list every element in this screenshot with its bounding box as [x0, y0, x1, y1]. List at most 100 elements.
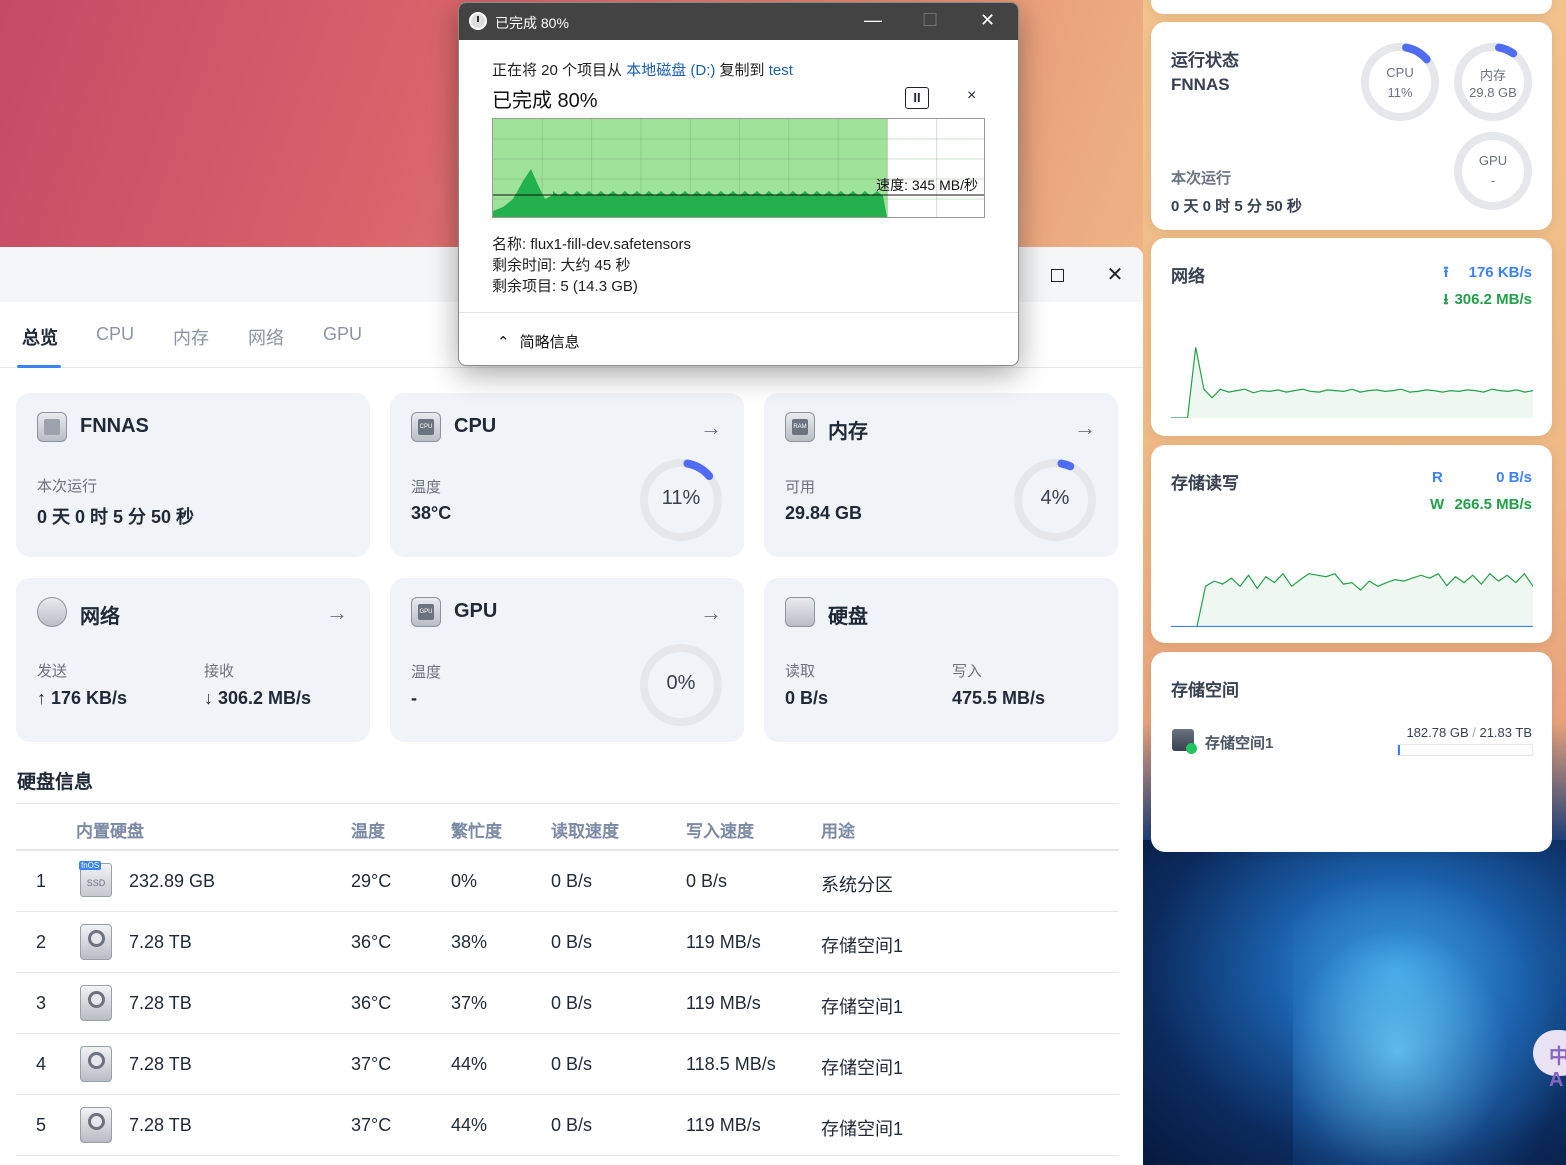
memory-usage-value: 4% — [1040, 487, 1070, 509]
speed-graph-svg — [493, 119, 984, 217]
maximize-icon — [1050, 269, 1064, 283]
close-button[interactable]: ✕ — [1101, 261, 1129, 289]
column-header[interactable]: 用途 — [821, 817, 855, 842]
disk-size: 7.28 TB — [129, 1054, 192, 1074]
maximize-button[interactable] — [1043, 261, 1071, 289]
source-link[interactable]: 本地磁盘 (D:) — [626, 62, 715, 79]
tab-overview[interactable]: 总览 — [22, 324, 58, 350]
globe-icon — [37, 597, 67, 627]
widget-status[interactable]: 运行状态 FNNAS 本次运行 0 天 0 时 5 分 50 秒 CPU 11%… — [1151, 22, 1552, 230]
arrow-right-icon[interactable]: → — [1074, 415, 1096, 441]
column-header[interactable]: 内置硬盘 — [76, 817, 144, 842]
read-label: 读取 — [785, 663, 816, 680]
dialog-footer: ⌃ 简略信息 — [459, 312, 1018, 365]
fnos-badge: fnOS — [79, 861, 102, 870]
remaining-time: 剩余时间: 大约 45 秒 — [492, 257, 631, 274]
disk-write-speed: 119 MB/s — [686, 993, 761, 1013]
table-row[interactable]: 3 7.28 TB 36°C 37% 0 B/s 119 MB/s 存储空间1 — [16, 973, 1119, 1034]
card-memory[interactable]: RAM 内存 → 可用 29.84 GB 4% — [764, 393, 1118, 557]
sparkline-area — [1171, 347, 1533, 418]
download-arrow-icon: ⭳ — [1443, 291, 1449, 308]
less-details-label: 简略信息 — [519, 334, 580, 351]
widget-storage-io[interactable]: 存储读写 R 0 B/s W 266.5 MB/s — [1151, 445, 1552, 643]
copy-description-prefix: 正在将 20 个项目从 — [492, 62, 627, 79]
disk-read-speed: 0 B/s — [551, 1054, 593, 1074]
dialog-titlebar: 已完成 80% — ☐ ✕ — [459, 3, 1018, 40]
column-header[interactable]: 繁忙度 — [451, 817, 502, 842]
hdd-icon — [80, 1046, 112, 1082]
arrow-right-icon[interactable]: → — [700, 600, 722, 626]
tab-network[interactable]: 网络 — [248, 324, 284, 350]
gpu-usage-value: 0% — [666, 672, 696, 694]
widget-network[interactable]: 网络 ⭱ 176 KB/s ⭳ 306.2 MB/s — [1151, 238, 1552, 436]
less-details-toggle[interactable]: ⌃ 简略信息 — [497, 331, 580, 352]
gpu-ring-label: GPU — [1478, 153, 1508, 168]
minimize-button[interactable]: — — [864, 10, 882, 31]
temperature-value: - — [411, 688, 417, 708]
table-row[interactable]: 2 7.28 TB 36°C 38% 0 B/s 119 MB/s 存储空间1 — [16, 912, 1119, 973]
disk-busy: 44% — [451, 1115, 488, 1135]
active-tab-indicator — [17, 365, 61, 368]
column-header[interactable]: 温度 — [351, 817, 385, 842]
cpu-ring-label: CPU — [1386, 65, 1414, 80]
gpu-chip-icon: GPU — [411, 597, 441, 627]
disk-busy: 38% — [451, 932, 488, 952]
download-speed-value: 306.2 MB/s — [1454, 291, 1532, 308]
host-name: FNNAS — [1171, 75, 1230, 94]
disk-busy: 37% — [451, 993, 488, 1013]
card-cpu[interactable]: CPU CPU → 温度 38°C 11% — [390, 393, 744, 557]
widget-title: 存储读写 — [1171, 474, 1239, 493]
ssd-label: SSD — [86, 878, 106, 888]
gpu-ring-value: - — [1490, 173, 1496, 188]
send-label: 发送 — [37, 663, 68, 680]
read-label: R — [1432, 469, 1443, 486]
disk-info-title: 硬盘信息 — [17, 772, 94, 793]
card-title: GPU — [454, 600, 498, 622]
storage-pool-name[interactable]: 存储空间1 — [1205, 732, 1273, 753]
disk-temperature: 37°C — [351, 1115, 392, 1135]
widget-storage[interactable]: 存储空间 存储空间1 182.78 GB / 21.83 TB — [1151, 652, 1552, 852]
uptime-value: 0 天 0 时 5 分 50 秒 — [37, 507, 195, 527]
pause-button[interactable]: II — [905, 87, 929, 109]
chevron-up-icon: ⌃ — [497, 334, 510, 351]
card-gpu[interactable]: GPU GPU → 温度 - 0% — [390, 578, 744, 742]
card-network[interactable]: 网络 → 发送 ↑ 176 KB/s 接收 ↓ 306.2 MB/s — [16, 578, 370, 742]
arrow-right-icon[interactable]: → — [326, 600, 348, 626]
maximize-button[interactable]: ☐ — [922, 10, 938, 31]
upload-speed-value: 176 KB/s — [1468, 264, 1532, 281]
cancel-copy-button[interactable]: × — [967, 87, 976, 105]
disk-temperature: 29°C — [351, 871, 392, 891]
storage-total: 21.83 TB — [1479, 725, 1532, 740]
table-header: 内置硬盘 温度 繁忙度 读取速度 写入速度 用途 — [16, 803, 1119, 851]
ram-icon: RAM — [785, 412, 815, 442]
column-header[interactable]: 读取速度 — [551, 817, 619, 842]
cpu-chip-icon: CPU — [411, 412, 441, 442]
memory-ring-value: 29.8 GB — [1469, 85, 1517, 100]
column-header[interactable]: 写入速度 — [686, 817, 754, 842]
storage-usage-fill — [1398, 745, 1400, 755]
storage-used: 182.78 GB — [1406, 725, 1469, 740]
disk-usage: 存储空间1 — [821, 1119, 904, 1139]
storage-usage-bar — [1397, 744, 1533, 756]
card-fnnas[interactable]: FNNAS 本次运行 0 天 0 时 5 分 50 秒 — [16, 393, 370, 557]
resource-monitor-window: ✕ 总览 CPU 内存 网络 GPU FNNAS 本次运行 0 天 0 时 5 … — [0, 247, 1143, 1165]
table-row[interactable]: 5 7.28 TB 37°C 44% 0 B/s 119 MB/s 存储空间1 — [16, 1095, 1119, 1156]
table-row[interactable]: 4 7.28 TB 37°C 44% 0 B/s 118.5 MB/s 存储空间… — [16, 1034, 1119, 1095]
disk-size: 7.28 TB — [129, 932, 192, 952]
table-row[interactable]: 1 fnOS SSD 232.89 GB 29°C 0% 0 B/s 0 B/s … — [16, 851, 1119, 912]
tab-gpu[interactable]: GPU — [323, 324, 362, 345]
receive-value: ↓ 306.2 MB/s — [204, 688, 312, 708]
disk-usage: 存储空间1 — [821, 1058, 904, 1078]
close-button[interactable]: ✕ — [980, 10, 995, 31]
temperature-value: 38°C — [411, 503, 452, 523]
tab-cpu[interactable]: CPU — [96, 324, 134, 345]
arrow-right-icon[interactable]: → — [700, 415, 722, 441]
disk-write-speed: 119 MB/s — [686, 1115, 761, 1135]
dialog-title: 已完成 80% — [495, 15, 569, 31]
read-value: 0 B/s — [1496, 469, 1532, 486]
write-value: 266.5 MB/s — [1454, 496, 1532, 513]
tab-memory[interactable]: 内存 — [173, 324, 209, 350]
destination-link[interactable]: test — [769, 62, 793, 79]
clock-icon — [469, 12, 487, 30]
card-disk[interactable]: 硬盘 读取 0 B/s 写入 475.5 MB/s — [764, 578, 1118, 742]
